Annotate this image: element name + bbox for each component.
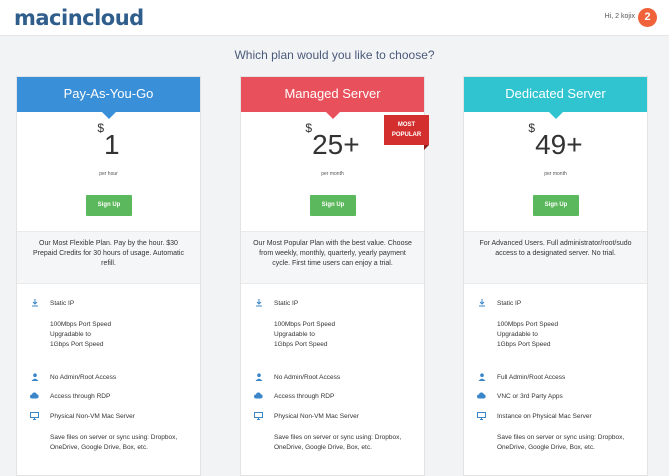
feature-text: No Admin/Root Access [50,374,117,381]
feature-text: Instance on Physical Mac Server [497,413,592,420]
plan-name: Managed Server [284,86,381,101]
feature-text: Static IP [274,300,299,307]
plan-header: Pay-As-You-Go [17,77,200,119]
plan-card-dedicated-server: Dedicated Server $49+ per month Sign Up … [463,76,648,476]
cloud-icon [30,392,39,401]
sign-up-button[interactable]: Sign Up [310,195,356,216]
plan-name: Dedicated Server [505,86,606,101]
header-notch [101,112,116,119]
download-icon [254,299,263,308]
feature-text: No Admin/Root Access [274,374,341,381]
header-notch [548,112,563,119]
speed-line: 1Gbps Port Speed [274,341,328,348]
plan-description: Our Most Popular Plan with the best valu… [253,240,412,267]
feature-text: Static IP [50,300,75,307]
feature-text: Physical Non-VM Mac Server [50,413,135,420]
speed-line: Upgradable to [497,331,538,338]
cloud-icon [477,392,486,401]
save-files-text: Save files on server or sync using: Drop… [50,434,178,451]
plan-price: $49+ [464,121,647,161]
save-files-text: Save files on server or sync using: Drop… [497,434,625,451]
price-period: per month [544,171,567,177]
currency-symbol: $ [305,120,313,135]
plan-name: Pay-As-You-Go [63,86,154,101]
speed-details: 100Mbps Port Speed Upgradable to 1Gbps P… [274,320,416,350]
monitor-icon [30,412,39,421]
plan-price: $25+ [241,121,424,161]
user-greeting[interactable]: Hi, 2 kojix [605,13,635,20]
user-icon [30,373,39,382]
plan-description-section: For Advanced Users. Full administrator/r… [464,231,647,284]
price-value: 49+ [535,129,583,160]
macincloud-logo[interactable]: macincloud [14,6,144,30]
save-files-text: Save files on server or sync using: Drop… [274,434,402,451]
sign-up-button[interactable]: Sign Up [533,195,579,216]
speed-line: 1Gbps Port Speed [50,341,104,348]
price-value: 1 [104,129,120,160]
price-value: 25+ [312,129,360,160]
user-icon [254,373,263,382]
speed-line: 1Gbps Port Speed [497,341,551,348]
speed-line: 100Mbps Port Speed [50,321,112,328]
feature-text: VNC or 3rd Party Apps [497,393,563,400]
top-bar: macincloud Hi, 2 kojix 2 [0,0,669,36]
download-icon [477,299,486,308]
notification-badge[interactable]: 2 [638,8,657,27]
speed-line: Upgradable to [50,331,91,338]
download-icon [30,299,39,308]
speed-details: 100Mbps Port Speed Upgradable to 1Gbps P… [50,320,192,350]
plan-price: $1 [17,121,200,161]
plan-description: Our Most Flexible Plan. Pay by the hour.… [33,240,184,267]
price-period: per month [321,171,344,177]
currency-symbol: $ [528,120,536,135]
feature-text: Static IP [497,300,522,307]
plan-card-pay-as-you-go: Pay-As-You-Go $1 per hour Sign Up Our Mo… [16,76,201,476]
page-question: Which plan would you like to choose? [234,48,435,62]
monitor-icon [477,412,486,421]
price-period: per hour [99,171,118,177]
plan-description-section: Our Most Flexible Plan. Pay by the hour.… [17,231,200,284]
plan-description-section: Our Most Popular Plan with the best valu… [241,231,424,284]
speed-details: 100Mbps Port Speed Upgradable to 1Gbps P… [497,320,639,350]
currency-symbol: $ [97,120,105,135]
feature-text: Full Admin/Root Access [497,374,566,381]
speed-line: Upgradable to [274,331,315,338]
monitor-icon [254,412,263,421]
feature-text: Access through RDP [50,393,111,400]
speed-line: 100Mbps Port Speed [274,321,336,328]
user-icon [477,373,486,382]
plan-description: For Advanced Users. Full administrator/r… [479,240,632,257]
plan-header: Dedicated Server [464,77,647,119]
header-notch [325,112,340,119]
feature-text: Access through RDP [274,393,335,400]
sign-up-button[interactable]: Sign Up [86,195,132,216]
speed-line: 100Mbps Port Speed [497,321,559,328]
plan-card-managed-server: Managed Server MOST POPULAR $25+ per mont… [240,76,429,476]
plan-header: Managed Server [241,77,424,119]
feature-text: Physical Non-VM Mac Server [274,413,359,420]
cloud-icon [254,392,263,401]
